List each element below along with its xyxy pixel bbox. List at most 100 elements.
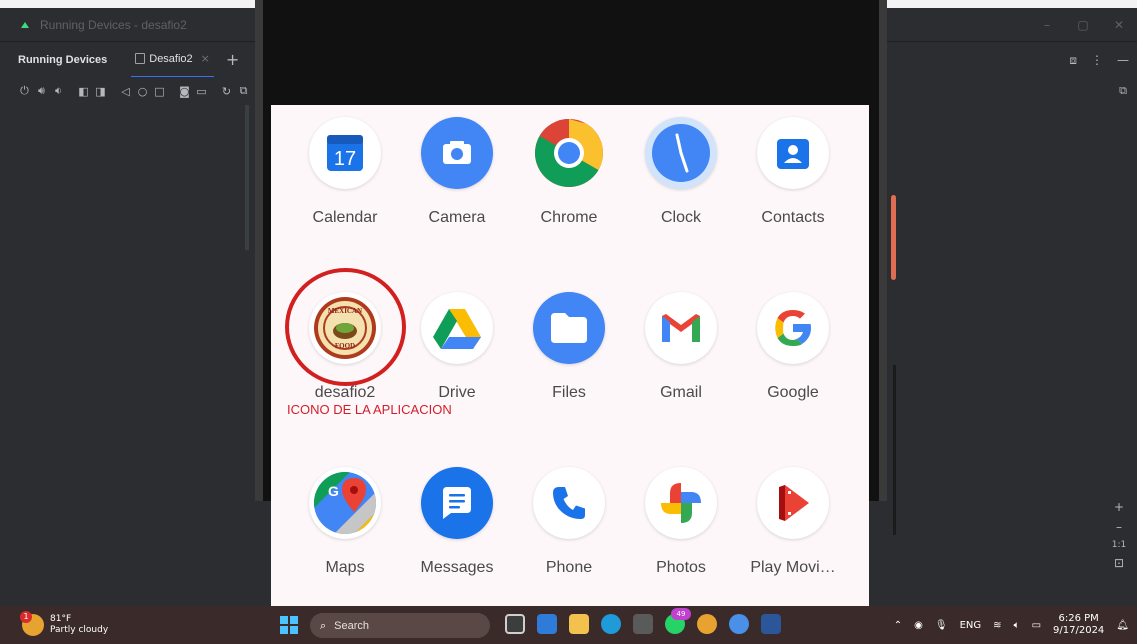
fit-screen-icon[interactable]: ⊡ — [1114, 556, 1124, 570]
device-tab-icon — [135, 53, 146, 64]
close-tab-icon[interactable]: × — [201, 52, 210, 65]
app-label: Maps — [325, 559, 365, 576]
clock-date: 9/17/2024 — [1053, 625, 1105, 636]
show-hidden-icons-icon[interactable]: ⌃ — [894, 620, 902, 631]
annotation-label: ICONO DE LA APLICACION — [287, 402, 452, 417]
app-gmail[interactable]: Gmail — [626, 292, 736, 402]
zoom-in-button[interactable]: + — [1114, 500, 1124, 514]
app-label: Photos — [656, 559, 706, 576]
svg-text:17: 17 — [334, 148, 356, 170]
left-divider — [245, 105, 249, 250]
taskbar-clock[interactable]: 6:26 PM 9/17/2024 — [1053, 613, 1104, 637]
word-icon[interactable] — [761, 614, 781, 634]
rotate-right-icon[interactable]: ◨ — [92, 85, 109, 98]
battery-icon[interactable]: ▭ — [1032, 620, 1041, 631]
minimize-button[interactable]: – — [1029, 18, 1065, 32]
messages-icon — [421, 467, 493, 539]
app-play-movies[interactable]: Play Movi… — [738, 467, 848, 577]
search-icon: ⌕ — [320, 618, 327, 632]
pin-window-icon[interactable]: ⧈ — [1069, 53, 1077, 68]
clock-icon — [645, 117, 717, 189]
hide-panel-icon[interactable]: — — [1117, 53, 1129, 67]
weather-temp: 81°F — [50, 614, 72, 624]
chrome-taskbar-icon[interactable] — [697, 614, 717, 634]
clock-time: 6:26 PM — [1058, 613, 1099, 624]
app-drive[interactable]: Drive — [402, 292, 512, 402]
snapshot-icon[interactable]: ↻ — [218, 85, 235, 98]
app-clock[interactable]: Clock — [626, 117, 736, 227]
google-icon — [757, 292, 829, 364]
device-side-button — [893, 365, 896, 535]
panel-title: Running Devices — [18, 53, 108, 66]
app-label: Phone — [545, 559, 593, 576]
window-controls: – ▢ ✕ — [1029, 8, 1137, 41]
app-files[interactable]: Files — [514, 292, 624, 402]
notifications-bell-icon[interactable]: 🔔︎ — [1116, 620, 1129, 631]
maximize-button[interactable]: ▢ — [1065, 18, 1101, 32]
app-contacts[interactable]: Contacts — [738, 117, 848, 227]
language-indicator[interactable]: ENG — [960, 620, 982, 631]
more-options-icon[interactable]: ⋮ — [1091, 53, 1103, 67]
whatsapp-icon[interactable]: 49 — [665, 608, 691, 634]
app-messages[interactable]: Messages — [402, 467, 512, 577]
tab-desafio2[interactable]: Desafio2 × — [131, 42, 214, 78]
android-studio-taskbar-icon[interactable] — [729, 614, 749, 634]
volume-down-icon[interactable]: 🔉︎ — [50, 84, 67, 98]
chat-badge: 49 — [671, 608, 691, 620]
app-maps[interactable]: G Maps — [290, 467, 400, 577]
scrollbar-handle[interactable] — [891, 195, 896, 280]
mirror-icon[interactable]: ⧉ — [235, 84, 252, 98]
files-icon — [533, 292, 605, 364]
microphone-icon[interactable]: 🎙︎ — [935, 620, 948, 631]
overview-icon[interactable]: □ — [151, 85, 168, 98]
close-window-button[interactable]: ✕ — [1101, 18, 1137, 32]
app-label: Messages — [420, 559, 494, 576]
android-studio-icon — [21, 21, 29, 28]
app-label: Camera — [428, 209, 486, 226]
app-phone[interactable]: Phone — [514, 467, 624, 577]
file-explorer-icon[interactable] — [569, 614, 589, 634]
zoom-out-button[interactable]: – — [1116, 520, 1122, 534]
back-icon[interactable]: ◁ — [117, 85, 134, 98]
tab-label: Desafio2 — [149, 52, 193, 65]
zoom-actual-size-button[interactable]: 1:1 — [1112, 540, 1126, 550]
zoom-controls: + – 1:1 ⊡ — [1108, 500, 1130, 570]
screenshot-icon[interactable]: ◙ — [176, 85, 193, 98]
contacts-icon — [757, 117, 829, 189]
svg-text:G: G — [328, 483, 339, 499]
task-view-icon[interactable] — [505, 614, 525, 634]
weather-badge: 1 — [20, 611, 32, 623]
annotation-circle — [285, 268, 406, 386]
app-calendar[interactable]: 17 Calendar — [290, 117, 400, 227]
system-tray: ⌃ ◉ 🎙︎ ENG ≋ 🔈︎ ▭ 6:26 PM 9/17/2024 🔔︎ — [894, 606, 1129, 644]
app-label: desafio2 — [314, 384, 376, 401]
windows-start-button[interactable] — [280, 616, 298, 634]
search-placeholder: Search — [334, 619, 370, 632]
store-icon[interactable] — [633, 614, 653, 634]
weather-widget[interactable]: 1 81°F Partly cloudy — [20, 611, 108, 636]
photos-icon — [645, 467, 717, 539]
rotate-left-icon[interactable]: ◧ — [75, 85, 92, 98]
maps-icon: G — [309, 467, 381, 539]
app-label: Play Movi… — [750, 559, 836, 576]
add-tab-button[interactable]: + — [226, 50, 239, 69]
phone-icon — [533, 467, 605, 539]
tray-app-icon[interactable]: ◉ — [914, 620, 923, 631]
app-label: Calendar — [312, 209, 378, 226]
volume-up-icon[interactable]: 🔊︎ — [33, 84, 50, 98]
app-google[interactable]: Google — [738, 292, 848, 402]
power-icon[interactable]: ⏻ — [16, 84, 33, 98]
wifi-icon[interactable]: ≋ — [993, 620, 1001, 631]
home-icon[interactable]: ○ — [134, 85, 151, 98]
drive-icon — [421, 292, 493, 364]
screen-record-icon[interactable]: ▭ — [193, 85, 210, 98]
app-camera[interactable]: Camera — [402, 117, 512, 227]
app-chrome[interactable]: Chrome — [514, 117, 624, 227]
device-manager-icon[interactable]: ⧉ — [1119, 84, 1127, 98]
widgets-icon[interactable] — [537, 614, 557, 634]
app-photos[interactable]: Photos — [626, 467, 736, 577]
edge-icon[interactable] — [601, 614, 621, 634]
play-movies-icon — [757, 467, 829, 539]
taskbar-search[interactable]: ⌕ Search — [310, 613, 490, 638]
volume-icon[interactable]: 🔈︎ — [1014, 620, 1020, 631]
